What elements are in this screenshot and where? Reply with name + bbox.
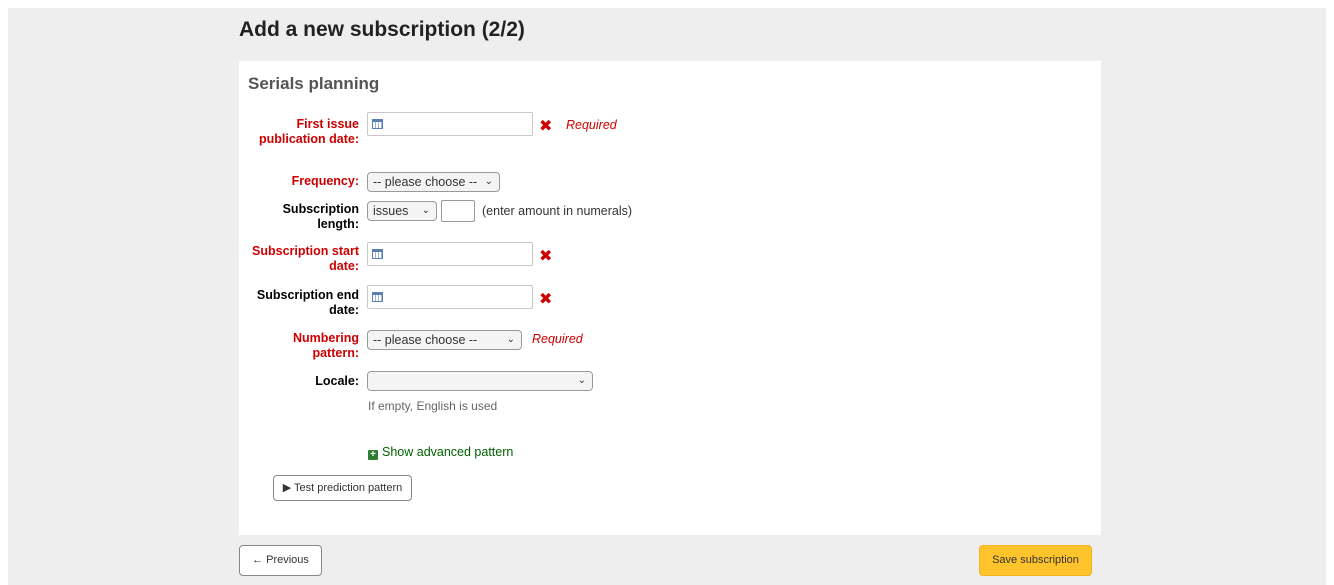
plus-square-icon: + [368,450,378,460]
start-date-label: Subscription start date: [252,244,359,273]
chevron-down-icon: ⌄ [484,176,493,187]
page-title: Add a new subscription (2/2) [239,18,525,41]
section-title: Serials planning [248,74,380,93]
length-amount-input[interactable] [441,200,475,222]
subscription-length-label: Subscription length: [282,202,359,231]
numbering-pattern-select[interactable]: -- please choose -- ⌄ [367,330,522,350]
frequency-select[interactable]: -- please choose -- ⌄ [367,172,500,192]
end-date-label: Subscription end date: [256,288,359,317]
locale-help-text: If empty, English is used [368,399,498,413]
chevron-down-icon: ⌄ [506,334,515,345]
close-icon[interactable]: ✖ [539,119,552,135]
length-unit-select[interactable]: issues ⌄ [367,201,437,221]
calendar-icon[interactable] [372,292,383,302]
save-subscription-button[interactable]: Save subscription [979,545,1092,576]
locale-select[interactable]: ⌄ [367,371,593,391]
show-advanced-pattern-link[interactable]: + Show advanced pattern [368,445,513,460]
calendar-icon[interactable] [372,249,383,259]
length-hint: (enter amount in numerals) [482,204,633,218]
start-date-input[interactable] [367,242,533,266]
end-date-input[interactable] [367,285,533,309]
serials-planning-panel: Serials planning First issue publication… [239,61,1101,535]
required-note: Required [532,332,583,346]
calendar-icon[interactable] [372,119,383,129]
test-prediction-button[interactable]: ▶ Test prediction pattern [273,475,412,501]
chevron-down-icon: ⌄ [577,375,586,386]
locale-label: Locale: [315,374,359,388]
frequency-label: Frequency: [291,174,359,188]
numbering-pattern-label: Numbering pattern: [293,331,359,360]
close-icon[interactable]: ✖ [539,249,552,265]
close-icon[interactable]: ✖ [539,292,552,308]
previous-button[interactable]: ← Previous [239,545,322,576]
first-issue-date-input[interactable] [367,112,533,136]
required-note: Required [566,118,617,132]
chevron-down-icon: ⌄ [421,205,430,216]
first-issue-date-label: First issue publication date: [259,117,359,146]
